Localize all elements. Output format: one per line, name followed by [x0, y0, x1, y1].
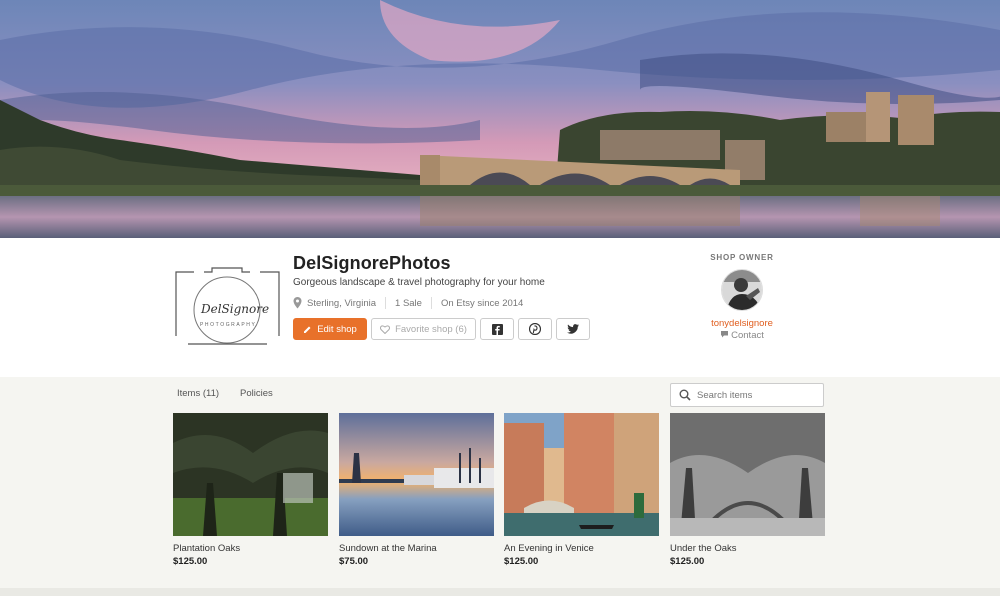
- listing-image[interactable]: [339, 413, 494, 536]
- listing-card[interactable]: An Evening in Venice $125.00: [504, 413, 659, 567]
- search-box[interactable]: [670, 383, 824, 407]
- pinterest-share-button[interactable]: [518, 318, 552, 340]
- facebook-icon: [491, 323, 503, 335]
- shop-actions: Edit shop Favorite shop (6): [293, 318, 594, 340]
- listing-title[interactable]: An Evening in Venice: [504, 543, 594, 554]
- listing-image[interactable]: [670, 413, 825, 536]
- shop-since: On Etsy since 2014: [440, 297, 524, 309]
- listing-card[interactable]: Sundown at the Marina $75.00: [339, 413, 494, 567]
- shop-name: DelSignorePhotos: [293, 253, 451, 273]
- shop-tagline: Gorgeous landscape & travel photography …: [293, 277, 545, 288]
- edit-shop-button[interactable]: Edit shop: [293, 318, 367, 340]
- listing-card[interactable]: Under the Oaks $125.00: [670, 413, 825, 567]
- shop-sales[interactable]: 1 Sale: [395, 298, 422, 309]
- logo-text: DelSignore: [201, 302, 270, 316]
- meta-divider: [430, 297, 432, 309]
- listing-title[interactable]: Sundown at the Marina: [339, 543, 437, 554]
- twitter-share-button[interactable]: [556, 318, 590, 340]
- meta-divider: [385, 297, 387, 309]
- contact-label: Contact: [731, 330, 764, 341]
- owner-avatar[interactable]: [721, 269, 763, 311]
- avatar-image: [722, 270, 762, 310]
- favorite-shop-button[interactable]: Favorite shop (6): [371, 318, 476, 340]
- contact-owner-link[interactable]: Contact: [700, 330, 784, 341]
- search-icon: [679, 389, 691, 401]
- pencil-icon: [304, 326, 311, 333]
- banner-image: [0, 0, 1000, 238]
- edit-shop-label: Edit shop: [317, 323, 357, 335]
- listing-card[interactable]: Plantation Oaks $125.00: [173, 413, 328, 567]
- message-icon: [721, 331, 729, 338]
- listing-image[interactable]: [173, 413, 328, 536]
- listing-price: $125.00: [173, 556, 208, 567]
- search-input[interactable]: [697, 389, 817, 401]
- shop-location: Sterling, Virginia: [307, 297, 377, 309]
- shop-owner-label: SHOP OWNER: [710, 253, 774, 262]
- location-pin-icon: [293, 297, 302, 309]
- page-footer-divider: [0, 588, 1000, 596]
- listing-price: $125.00: [670, 556, 705, 567]
- listing-image[interactable]: [504, 413, 659, 536]
- listing-price: $125.00: [504, 556, 539, 567]
- tab-policies[interactable]: Policies: [240, 388, 273, 399]
- listing-title[interactable]: Under the Oaks: [670, 543, 737, 554]
- twitter-icon: [567, 324, 579, 334]
- heart-icon: [380, 324, 391, 334]
- pinterest-icon: [529, 323, 541, 335]
- favorite-shop-label: Favorite shop (6): [395, 323, 467, 335]
- tab-items[interactable]: Items (11): [177, 388, 219, 399]
- facebook-share-button[interactable]: [480, 318, 514, 340]
- listing-title[interactable]: Plantation Oaks: [173, 543, 240, 554]
- owner-username-link[interactable]: tonydelsignore: [700, 318, 784, 329]
- logo-subtext: PHOTOGRAPHY: [200, 322, 257, 328]
- shop-banner: [0, 0, 1000, 238]
- shop-meta: Sterling, Virginia 1 Sale On Etsy since …: [293, 296, 523, 310]
- listing-price: $75.00: [339, 556, 369, 567]
